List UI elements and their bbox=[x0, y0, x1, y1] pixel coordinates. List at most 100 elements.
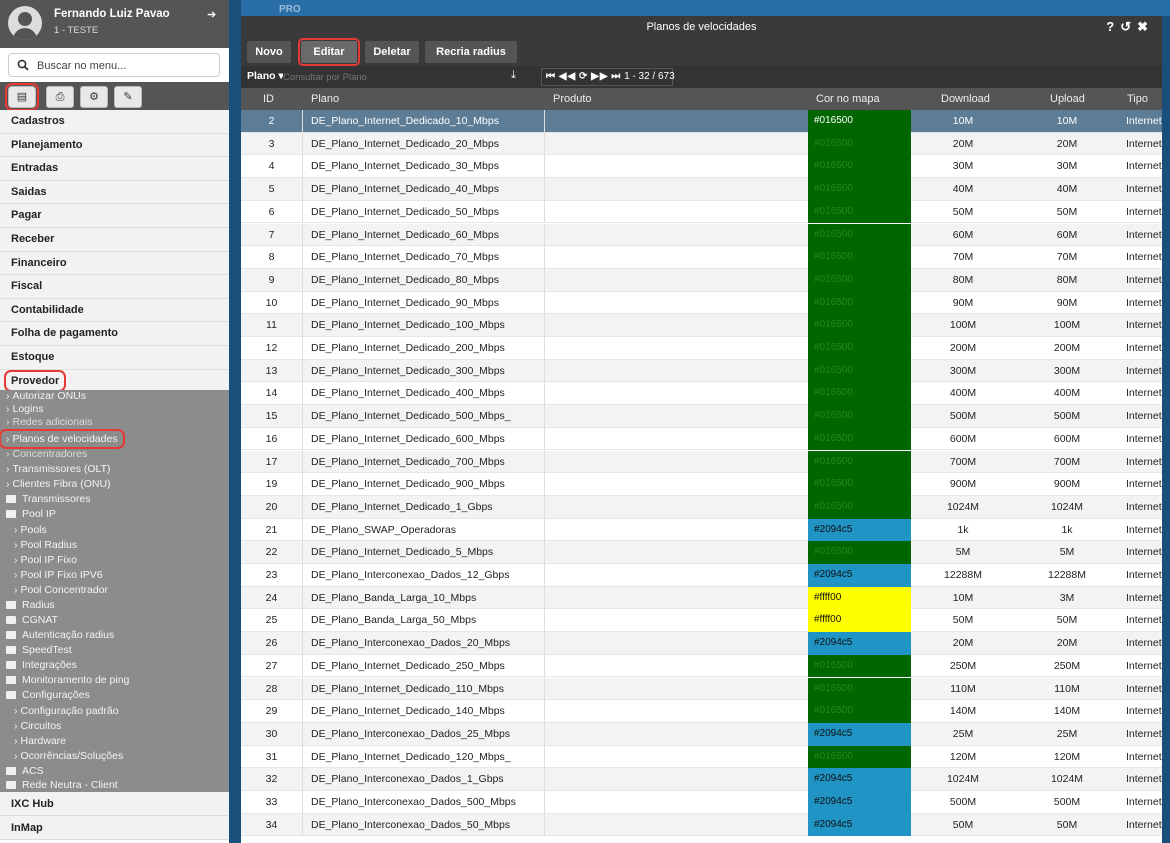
folder-radius[interactable]: Radius bbox=[6, 599, 55, 611]
submenu-transmissores-olt[interactable]: › Transmissores (OLT) bbox=[6, 463, 111, 475]
submenu-configuracao-padrao[interactable]: › Configuração padrão bbox=[14, 705, 119, 717]
table-row[interactable]: 11 DE_Plano_Internet_Dedicado_100_Mbps #01… bbox=[241, 314, 1162, 337]
submenu-pools[interactable]: › Pools bbox=[14, 524, 47, 536]
pager-prev-icon[interactable]: ◀◀ bbox=[559, 71, 576, 82]
menu-pagar[interactable]: Pagar bbox=[0, 204, 229, 228]
menu-receber[interactable]: Receber bbox=[0, 228, 229, 252]
submenu-logins[interactable]: › Logins bbox=[6, 403, 43, 415]
novo-button[interactable]: Novo bbox=[247, 41, 291, 63]
table-row[interactable]: 17 DE_Plano_Internet_Dedicado_700_Mbps #01… bbox=[241, 450, 1162, 474]
filter-field-select[interactable]: Plano ▾ bbox=[247, 70, 284, 82]
folder-cgnat[interactable]: CGNAT bbox=[6, 614, 58, 626]
table-row[interactable]: 33 DE_Plano_Interconexao_Dados_500_Mbps #2… bbox=[241, 791, 1162, 814]
submenu-pool-ip-fixo-ipv6[interactable]: › Pool IP Fixo IPV6 bbox=[14, 569, 103, 581]
table-row[interactable]: 25 DE_Plano_Banda_Larga_50_Mbps #ffff00 50M… bbox=[241, 609, 1162, 633]
history-icon[interactable]: ↺ bbox=[1120, 19, 1131, 34]
print-icon[interactable]: ⎙ bbox=[46, 86, 74, 108]
table-row[interactable]: 19 DE_Plano_Internet_Dedicado_900_Mbps #01… bbox=[241, 473, 1162, 496]
submenu-circuitos[interactable]: › Circuitos bbox=[14, 720, 61, 732]
menu-search[interactable]: Buscar no menu... bbox=[8, 53, 220, 77]
table-row[interactable]: 12 DE_Plano_Internet_Dedicado_200_Mbps #01… bbox=[241, 337, 1162, 360]
menu-planejamento[interactable]: Planejamento bbox=[0, 133, 229, 158]
table-row[interactable]: 32 DE_Plano_Interconexao_Dados_1_Gbps #209… bbox=[241, 768, 1162, 791]
table-row[interactable]: 20 DE_Plano_Internet_Dedicado_1_Gbps #0165… bbox=[241, 495, 1162, 519]
col-tipo[interactable]: Tipo bbox=[1127, 93, 1148, 105]
col-id[interactable]: ID bbox=[263, 93, 274, 105]
table-row[interactable]: 34 DE_Plano_Interconexao_Dados_50_Mbps #20… bbox=[241, 813, 1162, 837]
submenu-pool-concentrador[interactable]: › Pool Concentrador bbox=[14, 584, 108, 596]
recria-radius-button[interactable]: Recria radius bbox=[425, 41, 517, 63]
close-icon[interactable]: ✖ bbox=[1137, 19, 1148, 34]
pager-next-icon[interactable]: ▶▶ bbox=[591, 71, 608, 82]
editar-button[interactable]: Editar bbox=[298, 38, 360, 66]
submenu-clientes-fibra[interactable]: › Clientes Fibra (ONU) bbox=[6, 478, 111, 490]
table-row[interactable]: 21 DE_Plano_SWAP_Operadoras #2094c5 1k 1k Int… bbox=[241, 518, 1162, 542]
submenu-hardware[interactable]: › Hardware bbox=[14, 735, 66, 747]
gears-icon[interactable]: ⚙ bbox=[80, 86, 108, 108]
download-icon[interactable]: ⤓ bbox=[511, 69, 516, 82]
table-row[interactable]: 6 DE_Plano_Internet_Dedicado_50_Mbps #0165… bbox=[241, 200, 1162, 224]
table-row[interactable]: 14 DE_Plano_Internet_Dedicado_400_Mbps #01… bbox=[241, 382, 1162, 406]
avatar[interactable] bbox=[8, 6, 42, 40]
folder-autenticacao-radius[interactable]: Autenticação radius bbox=[6, 629, 114, 641]
submenu-concentradores[interactable]: › Concentradores bbox=[6, 448, 87, 460]
submenu-pool-radius[interactable]: › Pool Radius bbox=[14, 539, 77, 551]
submenu-autorizar-onus[interactable]: › Autorizar ONUs bbox=[6, 390, 86, 402]
table-row[interactable]: 16 DE_Plano_Internet_Dedicado_600_Mbps #01… bbox=[241, 427, 1162, 451]
table-row[interactable]: 13 DE_Plano_Internet_Dedicado_300_Mbps #01… bbox=[241, 359, 1162, 383]
table-row[interactable]: 30 DE_Plano_Interconexao_Dados_25_Mbps #20… bbox=[241, 722, 1162, 746]
menu-saidas[interactable]: Saidas bbox=[0, 180, 229, 205]
table-row[interactable]: 9 DE_Plano_Internet_Dedicado_80_Mbps #0165… bbox=[241, 268, 1162, 292]
background-tab[interactable]: PRO bbox=[279, 4, 301, 15]
table-row[interactable]: 22 DE_Plano_Internet_Dedicado_5_Mbps #0165… bbox=[241, 541, 1162, 564]
folder-speedtest[interactable]: SpeedTest bbox=[6, 644, 72, 656]
table-row[interactable]: 3 DE_Plano_Internet_Dedicado_20_Mbps #0165… bbox=[241, 132, 1162, 156]
folder-transmissores[interactable]: Transmissores bbox=[6, 493, 90, 505]
table-row[interactable]: 4 DE_Plano_Internet_Dedicado_30_Mbps #0165… bbox=[241, 155, 1162, 179]
menu-folha-de-pagamento[interactable]: Folha de pagamento bbox=[0, 322, 229, 346]
pager-last-icon[interactable]: ⏭ bbox=[611, 71, 621, 82]
submenu-planos-velocidades[interactable]: › Planos de velocidades bbox=[0, 429, 125, 449]
deletar-button[interactable]: Deletar bbox=[365, 41, 419, 63]
table-row[interactable]: 28 DE_Plano_Internet_Dedicado_110_Mbps #01… bbox=[241, 677, 1162, 701]
menu-contabilidade[interactable]: Contabilidade bbox=[0, 298, 229, 323]
table-row[interactable]: 24 DE_Plano_Banda_Larga_10_Mbps #ffff00 10M… bbox=[241, 586, 1162, 610]
menu-financeiro[interactable]: Financeiro bbox=[0, 251, 229, 276]
col-cor-mapa[interactable]: Cor no mapa bbox=[816, 93, 880, 105]
table-row[interactable]: 31 DE_Plano_Internet_Dedicado_120_Mbps_ #0… bbox=[241, 745, 1162, 769]
menu-ixc-hub[interactable]: IXC Hub bbox=[0, 792, 229, 816]
help-icon[interactable]: ? bbox=[1106, 19, 1114, 34]
table-row[interactable]: 8 DE_Plano_Internet_Dedicado_70_Mbps #0165… bbox=[241, 246, 1162, 269]
submenu-ocorrencias[interactable]: › Ocorrências/Soluções bbox=[14, 750, 123, 762]
list-view-icon[interactable]: ▤ bbox=[5, 83, 39, 111]
menu-inmap[interactable]: InMap bbox=[0, 816, 229, 840]
table-row[interactable]: 2 DE_Plano_Internet_Dedicado_10_Mbps #0165… bbox=[241, 110, 1162, 133]
submenu-redes-adicionais[interactable]: › Redes adicionais bbox=[6, 416, 92, 428]
folder-pool-ip[interactable]: Pool IP bbox=[6, 508, 56, 520]
menu-estoque[interactable]: Estoque bbox=[0, 346, 229, 370]
table-row[interactable]: 15 DE_Plano_Internet_Dedicado_500_Mbps_ #0… bbox=[241, 405, 1162, 428]
menu-cadastros[interactable]: Cadastros bbox=[0, 110, 229, 134]
logout-icon[interactable]: ➔ bbox=[207, 9, 219, 21]
col-plano[interactable]: Plano bbox=[311, 93, 339, 105]
table-row[interactable]: 23 DE_Plano_Interconexao_Dados_12_Gbps #20… bbox=[241, 564, 1162, 587]
table-row[interactable]: 26 DE_Plano_Interconexao_Dados_20_Mbps #20… bbox=[241, 632, 1162, 655]
folder-rede-neutra[interactable]: Rede Neutra - Client bbox=[6, 779, 118, 791]
table-row[interactable]: 5 DE_Plano_Internet_Dedicado_40_Mbps #0165… bbox=[241, 178, 1162, 201]
filter-input[interactable] bbox=[283, 69, 523, 85]
sidebar-splitter[interactable] bbox=[229, 0, 241, 843]
table-row[interactable]: 7 DE_Plano_Internet_Dedicado_60_Mbps #0165… bbox=[241, 223, 1162, 247]
folder-monitoramento-ping[interactable]: Monitoramento de ping bbox=[6, 674, 129, 686]
col-download[interactable]: Download bbox=[941, 93, 990, 105]
col-produto[interactable]: Produto bbox=[553, 93, 592, 105]
menu-entradas[interactable]: Entradas bbox=[0, 157, 229, 181]
folder-integracoes[interactable]: Integrações bbox=[6, 659, 77, 671]
refresh-icon[interactable]: ⟳ bbox=[579, 71, 588, 82]
pager-first-icon[interactable]: ⏮ bbox=[546, 71, 556, 82]
folder-acs[interactable]: ACS bbox=[6, 765, 44, 777]
submenu-pool-ip-fixo[interactable]: › Pool IP Fixo bbox=[14, 554, 77, 566]
folder-configuracoes[interactable]: Configurações bbox=[6, 689, 90, 701]
table-row[interactable]: 29 DE_Plano_Internet_Dedicado_140_Mbps #01… bbox=[241, 700, 1162, 723]
wrench-icon[interactable]: ✎ bbox=[114, 86, 142, 108]
menu-fiscal[interactable]: Fiscal bbox=[0, 275, 229, 299]
